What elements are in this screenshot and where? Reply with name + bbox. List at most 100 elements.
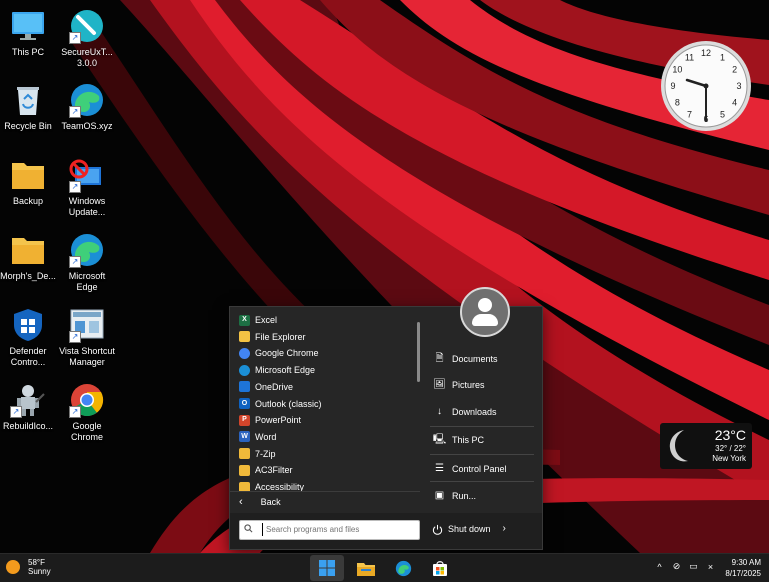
desktop-icon[interactable]: Defender Contro... — [0, 307, 60, 368]
shortcut-arrow-icon: ↗ — [69, 331, 81, 343]
program-label: Outlook (classic) — [255, 398, 322, 409]
clock-datetime[interactable]: 9:30 AM 8/17/2025 — [725, 557, 761, 579]
desktop-icon[interactable]: Morph's_De... — [0, 232, 60, 282]
desktop-icon[interactable]: ↗ RebuildIco... — [0, 382, 60, 432]
start-link[interactable]: ↓ Downloads — [434, 405, 497, 419]
program-item[interactable]: W Word — [239, 429, 276, 445]
taskbar-microsoft-store[interactable] — [423, 555, 457, 581]
clock-number: 4 — [732, 98, 737, 108]
clock-number: 7 — [687, 110, 692, 120]
program-item[interactable]: AC3Filter — [239, 462, 293, 478]
download-icon: ↓ — [437, 406, 442, 417]
program-item[interactable]: X Excel — [239, 312, 277, 328]
taskbar-weather-desc: Sunny — [28, 567, 51, 576]
folder-icon — [357, 562, 375, 576]
desktop-icon[interactable]: ↗ Windows Update... — [55, 157, 119, 218]
desktop-icon[interactable]: Recycle Bin — [0, 82, 60, 132]
document-icon: 🗎 — [435, 353, 444, 364]
display-icon[interactable]: ▭ — [688, 561, 699, 572]
shortcut-arrow-icon: ↗ — [69, 106, 81, 118]
desktop-icon-label: Defender Contro... — [9, 346, 47, 367]
weather-widget: 23°C 32° / 22° New York — [660, 423, 752, 469]
back-label: Back — [260, 497, 281, 507]
recycle-bin-icon — [10, 82, 46, 118]
back-button[interactable]: ‹ Back — [239, 495, 281, 509]
desktop-icon-label: SecureUxT... 3.0.0 — [61, 47, 113, 68]
chevron-right-icon[interactable]: › — [503, 522, 506, 536]
start-link-label: Control Panel — [452, 464, 507, 474]
taskbar-edge[interactable] — [386, 555, 420, 581]
desktop-icon[interactable]: This PC — [0, 8, 60, 58]
moon-icon — [669, 430, 688, 462]
windows-update-icon: ↗ — [69, 157, 105, 193]
program-item[interactable]: O Outlook (classic) — [239, 396, 322, 412]
start-link[interactable]: ☰ Control Panel — [434, 462, 507, 476]
divider — [430, 481, 534, 482]
program-label: File Explorer — [255, 331, 306, 342]
program-item[interactable]: Microsoft Edge — [239, 362, 315, 378]
clock-number: 8 — [675, 98, 680, 108]
power-icon — [432, 524, 443, 535]
robot-icon: ↗ — [10, 382, 46, 418]
start-link-label: Documents — [452, 354, 498, 364]
desktop-icon-label: This PC — [11, 47, 44, 57]
shield-icon — [10, 307, 46, 343]
start-link[interactable]: ▣ Run... — [434, 489, 476, 503]
program-item[interactable]: P PowerPoint — [239, 412, 301, 428]
mute-icon[interactable]: × — [705, 562, 716, 572]
search-icon — [244, 524, 253, 533]
program-item[interactable]: Google Chrome — [239, 345, 319, 361]
desktop-icon[interactable]: ↗ Microsoft Edge — [55, 232, 119, 293]
weather-range: 32° / 22° — [715, 444, 746, 453]
folder-icon — [239, 448, 250, 460]
start-link-label: Pictures — [452, 380, 485, 390]
folder-icon — [239, 464, 250, 476]
shortcut-arrow-icon: ↗ — [69, 256, 81, 268]
search-box[interactable] — [239, 520, 420, 540]
start-link[interactable]: 🖼 Pictures — [433, 378, 485, 392]
windows-logo-icon — [319, 560, 335, 576]
start-link-label: Run... — [452, 491, 477, 501]
computer-icon: 🖳 — [432, 434, 447, 445]
program-item[interactable]: 7-Zip — [239, 446, 276, 462]
program-label: Word — [255, 431, 277, 442]
desktop-icon[interactable]: Backup — [0, 157, 60, 207]
divider — [430, 454, 534, 455]
shutdown-button[interactable]: Shut down › — [432, 522, 506, 536]
monitor-icon — [10, 8, 46, 44]
divider — [230, 491, 420, 492]
wifi-off-icon[interactable]: ⊘ — [671, 561, 682, 572]
divider — [430, 426, 534, 427]
taskbar-weather[interactable]: 58°F Sunny — [6, 558, 51, 576]
start-link[interactable]: 🖳 This PC — [432, 433, 485, 447]
folder-icon — [10, 157, 46, 193]
start-link[interactable]: 🗎 Documents — [434, 352, 498, 366]
folder-icon — [10, 232, 46, 268]
start-link-label: This PC — [452, 435, 485, 445]
desktop-icon-label: RebuildIco... — [2, 421, 54, 431]
desktop-icon-label: Backup — [12, 196, 44, 206]
program-list: X Excel File Explorer Google Chrome Microsof… — [230, 307, 420, 492]
taskbar-weather-temp: 58°F — [28, 558, 45, 567]
program-item[interactable]: File Explorer — [239, 329, 306, 345]
start-button[interactable] — [310, 555, 344, 581]
shortcut-arrow-icon: ↗ — [69, 181, 81, 193]
chrome-icon: ↗ — [69, 382, 105, 418]
desktop-icon[interactable]: ↗ TeamOS.xyz — [55, 82, 119, 132]
clock-number: 10 — [672, 65, 682, 75]
desktop-icon[interactable]: ↗ SecureUxT... 3.0.0 — [55, 8, 119, 69]
desktop-icon-label: Morph's_De... — [0, 271, 56, 281]
desktop-icon[interactable]: ↗ Google Chrome — [55, 382, 119, 443]
chevron-up-icon[interactable]: ^ — [654, 562, 665, 572]
desktop-icon[interactable]: ↗ Vista Shortcut Manager — [55, 307, 119, 368]
run-icon: ▣ — [434, 490, 445, 501]
analog-clock-widget: 121234567891011 — [661, 41, 751, 131]
desktop-icon-label: Google Chrome — [70, 421, 103, 442]
program-item[interactable]: OneDrive — [239, 379, 293, 395]
taskbar-time: 9:30 AM — [731, 558, 761, 567]
taskbar-file-explorer[interactable] — [349, 555, 383, 581]
program-label: Excel — [255, 315, 278, 325]
clock-number: 11 — [685, 52, 694, 62]
weather-temperature: 23°C — [714, 427, 746, 443]
search-input[interactable] — [262, 523, 416, 536]
